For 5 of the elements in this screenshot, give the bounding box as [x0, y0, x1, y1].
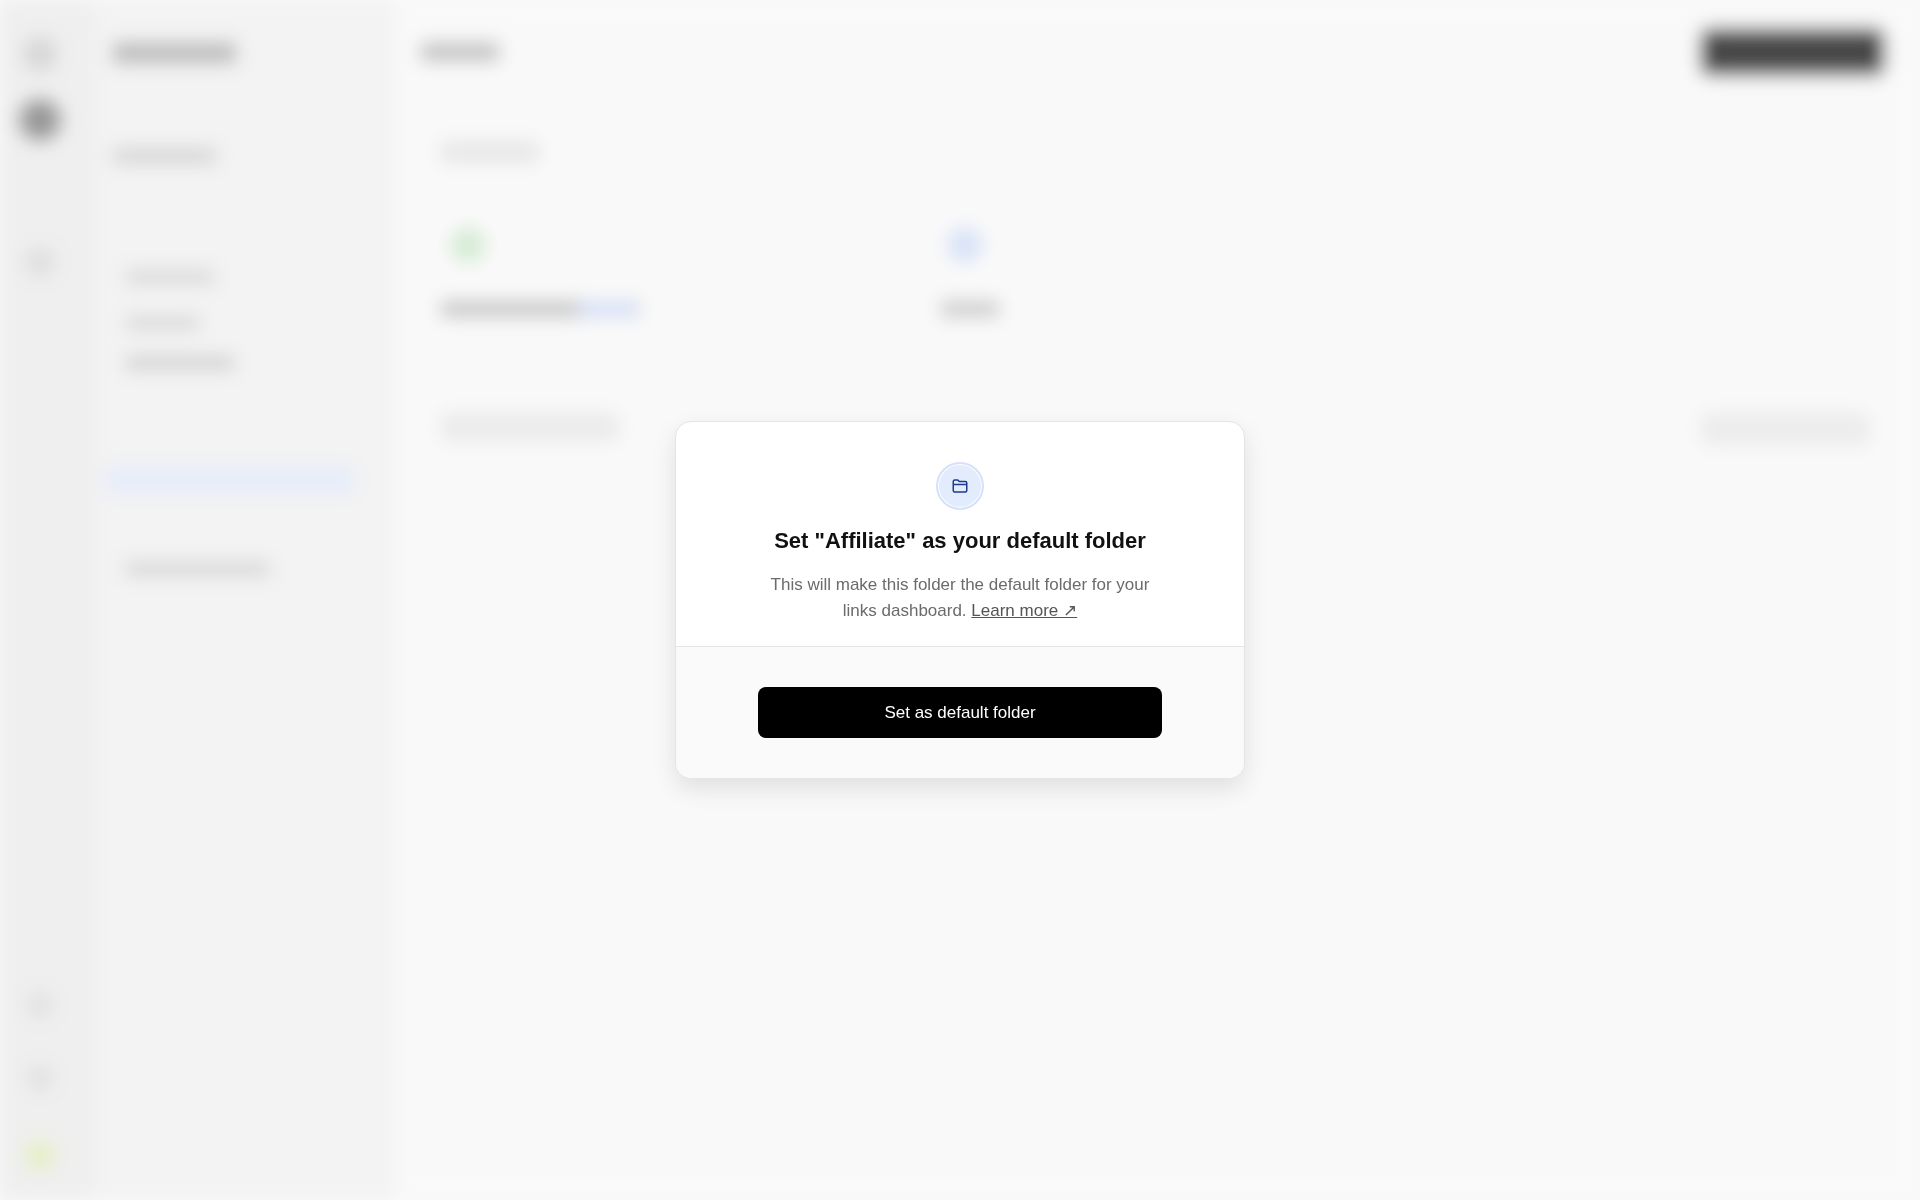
folder-icon [936, 462, 984, 510]
set-default-button[interactable]: Set as default folder [758, 687, 1162, 738]
dialog-description: This will make this folder the default folder for your links dashboard. Learn more ↗ [769, 574, 1151, 622]
learn-more-link[interactable]: Learn more ↗ [971, 601, 1078, 620]
dialog-title: Set "Affiliate" as your default folder [774, 528, 1146, 554]
